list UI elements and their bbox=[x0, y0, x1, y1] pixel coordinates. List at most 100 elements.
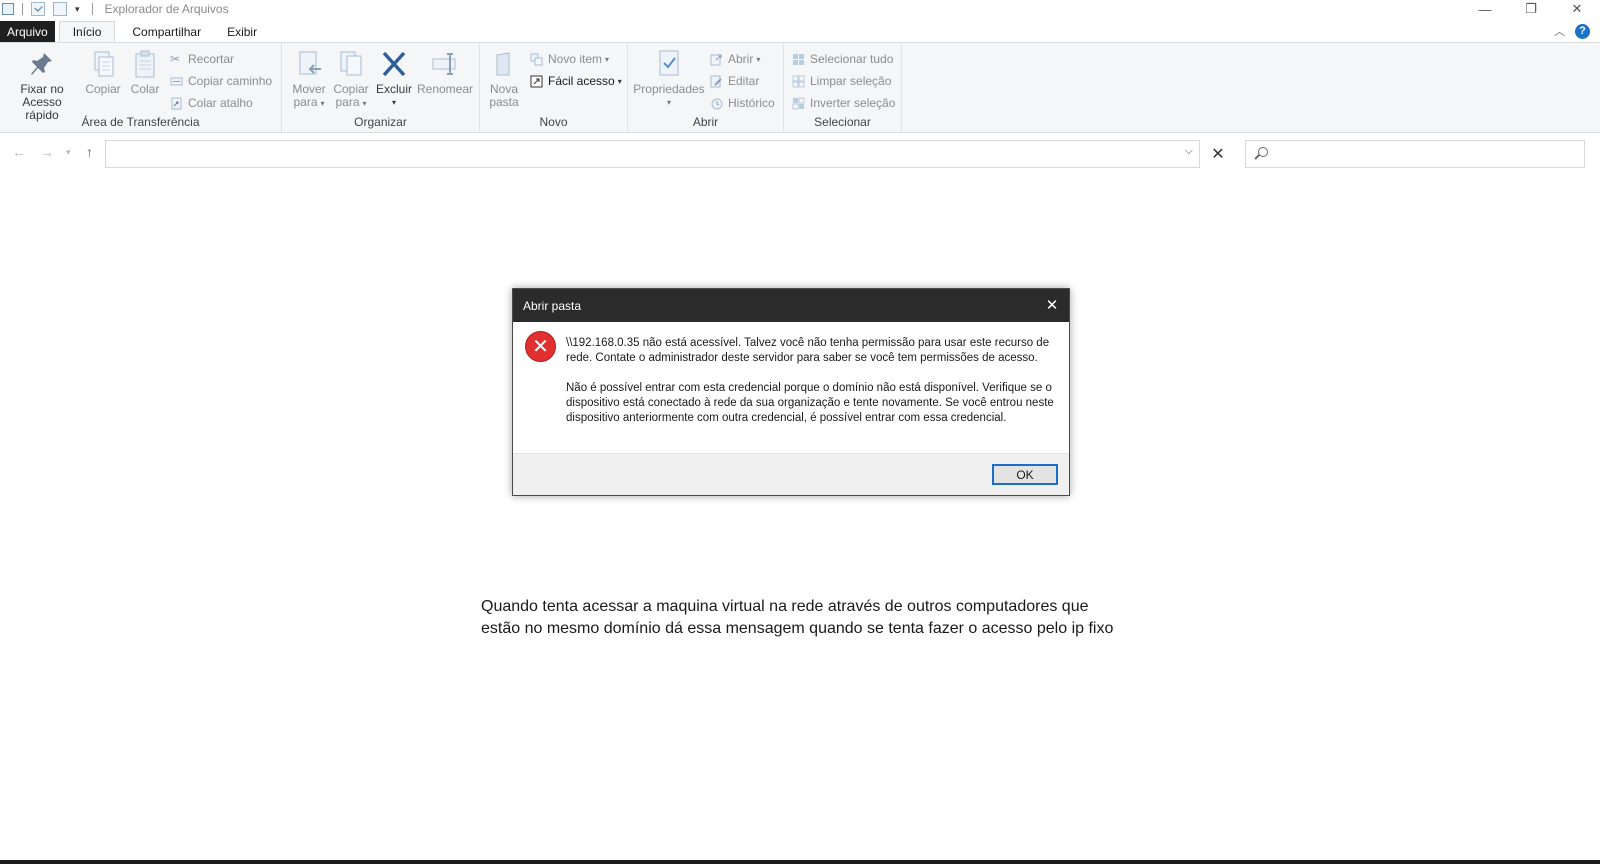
window-title: Explorador de Arquivos bbox=[104, 2, 229, 16]
paste-icon bbox=[135, 50, 155, 78]
dialog-message-2: Não é possível entrar com esta credencia… bbox=[566, 382, 1054, 424]
ribbon: Fixar no Acesso rápido Copiar Colar ✂ Re… bbox=[0, 42, 1600, 133]
error-icon: ✕ bbox=[525, 331, 556, 362]
history-button[interactable]: Histórico bbox=[710, 96, 775, 110]
new-item-label: Novo item bbox=[548, 52, 603, 66]
clear-address-icon[interactable]: ✕ bbox=[1205, 140, 1231, 168]
caption-text: Quando tenta acessar a maquina virtual n… bbox=[481, 598, 1114, 637]
new-folder-icon bbox=[496, 52, 510, 76]
rename-button[interactable]: Renomear bbox=[417, 49, 473, 96]
close-window-button[interactable]: ✕ bbox=[1554, 0, 1600, 18]
select-none-icon bbox=[792, 75, 805, 87]
pin-quick-access-button[interactable]: Fixar no Acesso rápido bbox=[6, 49, 78, 122]
collapse-ribbon-icon[interactable]: ︿ bbox=[1554, 23, 1565, 39]
rename-label: Renomear bbox=[416, 82, 474, 96]
move-to-icon bbox=[299, 51, 321, 75]
paste-shortcut-label: Colar atalho bbox=[188, 96, 253, 110]
copyto-label-line2: para ▾ bbox=[335, 96, 366, 110]
copy-path-icon bbox=[170, 77, 183, 85]
select-all-label: Selecionar tudo bbox=[810, 52, 894, 66]
recent-locations-chevron-icon[interactable]: ▾ bbox=[66, 147, 71, 158]
ok-button[interactable]: OK bbox=[992, 464, 1058, 485]
edit-button[interactable]: Editar bbox=[710, 74, 759, 88]
search-input[interactable] bbox=[1245, 140, 1585, 168]
tab-file[interactable]: Arquivo bbox=[0, 21, 55, 42]
up-arrow-icon[interactable]: ↑ bbox=[86, 144, 93, 160]
select-all-icon bbox=[793, 53, 804, 65]
quick-access-separator-2 bbox=[91, 3, 93, 15]
select-none-button[interactable]: Limpar seleção bbox=[792, 74, 891, 88]
forward-arrow-icon[interactable]: → bbox=[40, 144, 54, 160]
dialog-title: Abrir pasta bbox=[523, 298, 582, 313]
dialog-message-1: \\192.168.0.35 não está acessível. Talve… bbox=[566, 337, 1050, 364]
invert-selection-label: Inverter seleção bbox=[810, 96, 896, 110]
new-item-icon bbox=[530, 53, 543, 65]
delete-button[interactable]: Excluir ▾ bbox=[374, 49, 414, 109]
properties-button[interactable]: Propriedades ▾ bbox=[632, 49, 706, 109]
select-group-label: Selecionar bbox=[814, 115, 871, 129]
dialog-body: ✕ \\192.168.0.35 não está acessível. Tal… bbox=[513, 322, 1069, 454]
select-none-label: Limpar seleção bbox=[810, 74, 892, 88]
new-group-label: Novo bbox=[539, 115, 568, 129]
properties-label: Propriedades bbox=[633, 82, 705, 96]
new-folder-button[interactable]: Nova pasta bbox=[486, 49, 522, 109]
quick-access-separator bbox=[22, 3, 23, 15]
organize-group-label: Organizar bbox=[354, 115, 407, 129]
copyto-dropdown-icon: ▾ bbox=[362, 99, 367, 108]
new-item-dropdown-icon: ▾ bbox=[605, 54, 610, 64]
paste-button[interactable]: Colar bbox=[127, 49, 163, 96]
copy-button[interactable]: Copiar bbox=[83, 49, 123, 96]
invert-selection-icon bbox=[792, 97, 805, 109]
history-icon bbox=[711, 98, 723, 109]
copy-path-button[interactable]: Copiar caminho bbox=[170, 74, 272, 88]
invert-selection-button[interactable]: Inverter seleção bbox=[792, 96, 895, 110]
ribbon-tabs: Arquivo Início Compartilhar Exibir ︿ ? bbox=[0, 21, 1600, 42]
pin-icon bbox=[31, 53, 52, 75]
properties-quick-icon[interactable] bbox=[31, 2, 45, 16]
restore-button[interactable]: ❐ bbox=[1508, 0, 1554, 18]
cut-button[interactable]: ✂ Recortar bbox=[170, 52, 234, 66]
move-to-button[interactable]: Mover para ▾ bbox=[290, 49, 328, 110]
open-icon bbox=[710, 54, 722, 65]
delete-dropdown-icon: ▾ bbox=[391, 98, 396, 107]
select-all-button[interactable]: Selecionar tudo bbox=[792, 52, 893, 66]
explorer-app-icon[interactable] bbox=[2, 3, 14, 15]
search-icon bbox=[1258, 147, 1268, 157]
open-label: Abrir bbox=[728, 52, 754, 66]
paste-shortcut-button[interactable]: Colar atalho bbox=[170, 96, 253, 110]
open-folder-dialog: Abrir pasta ✕ ✕ \\192.168.0.35 não está … bbox=[512, 288, 1070, 496]
new-group: Nova pasta Novo item ▾ Fácil acesso ▾ No… bbox=[480, 43, 628, 132]
delete-x-icon bbox=[382, 51, 406, 77]
quick-access-dropdown-icon[interactable]: ▾ bbox=[75, 4, 80, 15]
address-bar[interactable]: ⌵ bbox=[105, 140, 1200, 168]
tab-view[interactable]: Exibir bbox=[214, 21, 270, 42]
copy-to-button[interactable]: Copiar para ▾ bbox=[331, 49, 371, 110]
tab-share[interactable]: Compartilhar bbox=[119, 21, 214, 42]
copy-icon bbox=[94, 51, 114, 77]
edit-icon bbox=[710, 75, 722, 87]
open-button[interactable]: Abrir ▾ bbox=[710, 52, 760, 66]
help-icon[interactable]: ? bbox=[1575, 23, 1590, 39]
tab-home[interactable]: Início bbox=[58, 21, 116, 42]
easy-access-button[interactable]: Fácil acesso ▾ bbox=[530, 74, 622, 88]
dialog-footer: OK bbox=[513, 453, 1069, 495]
new-folder-quick-icon[interactable] bbox=[53, 2, 67, 16]
paste-label: Colar bbox=[130, 82, 160, 96]
window-controls: — ❐ ✕ bbox=[1462, 0, 1600, 18]
new-folder-label-line2: pasta bbox=[489, 95, 519, 109]
cut-label: Recortar bbox=[188, 52, 235, 66]
taskbar-edge bbox=[0, 860, 1600, 864]
move-dropdown-icon: ▾ bbox=[320, 99, 325, 108]
new-item-button[interactable]: Novo item ▾ bbox=[530, 52, 609, 66]
address-dropdown-chevron-icon[interactable]: ⌵ bbox=[1185, 145, 1193, 158]
delete-label: Excluir bbox=[375, 82, 412, 96]
properties-icon bbox=[659, 50, 679, 76]
easy-access-icon bbox=[530, 75, 543, 87]
minimize-button[interactable]: — bbox=[1462, 0, 1508, 18]
ribbon-right-controls: ︿ ? bbox=[1554, 23, 1590, 39]
dialog-close-icon[interactable]: ✕ bbox=[1043, 296, 1061, 314]
copy-to-icon bbox=[340, 51, 362, 76]
properties-dropdown-icon: ▾ bbox=[666, 98, 671, 107]
back-arrow-icon[interactable]: ← bbox=[12, 144, 26, 160]
dialog-title-bar: Abrir pasta ✕ bbox=[513, 289, 1069, 322]
